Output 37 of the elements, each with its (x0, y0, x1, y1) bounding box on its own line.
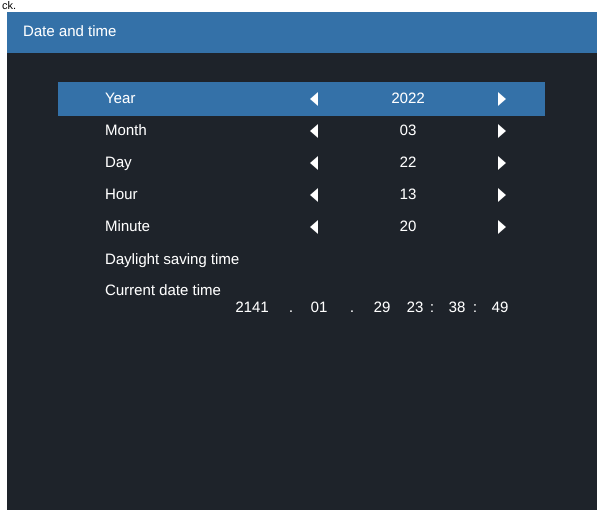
date-time-value: 49 (490, 299, 510, 317)
date-time-value: . (288, 299, 294, 317)
right-arrow-icon[interactable] (498, 156, 506, 170)
setting-value: 20 (398, 216, 418, 237)
setting-row[interactable]: Hour 13 (58, 178, 545, 212)
setting-label: Year (105, 88, 136, 109)
left-arrow-icon[interactable] (310, 124, 318, 138)
right-arrow-icon[interactable] (498, 188, 506, 202)
setting-label: Minute (105, 216, 152, 237)
setting-value: 22 (398, 152, 418, 173)
date-time-value: 2141 (234, 299, 270, 317)
setting-row[interactable]: Minute 20 (58, 210, 545, 244)
setting-label: Month (105, 120, 148, 141)
date-time-value: 38 (448, 299, 466, 317)
right-arrow-icon[interactable] (498, 220, 506, 234)
left-arrow-icon[interactable] (310, 220, 318, 234)
setting-value: 2022 (390, 88, 426, 109)
setting-value: 03 (398, 120, 418, 141)
setting-label: Day (105, 152, 133, 173)
setting-row[interactable]: Month 03 (58, 114, 545, 148)
right-arrow-icon[interactable] (498, 124, 506, 138)
setting-row[interactable]: Daylight saving time (58, 243, 545, 277)
date-time-value: . (348, 299, 356, 317)
window-title: Date and time (23, 22, 116, 42)
date-time-value: 23 (406, 299, 424, 317)
setting-label: Current date time (105, 282, 221, 299)
left-arrow-icon[interactable] (310, 188, 318, 202)
date-time-value: : (472, 299, 478, 317)
setting-label: Hour (105, 184, 139, 205)
date-time-value: : (428, 299, 436, 317)
setting-row[interactable]: Day 22 (58, 146, 545, 180)
page-text: ck. (2, 1, 16, 12)
left-arrow-icon[interactable] (310, 156, 318, 170)
date-time-value: 29 (372, 299, 392, 317)
date-time-value: 01 (310, 299, 328, 317)
setting-value: 13 (398, 184, 418, 205)
setting-label: Daylight saving time (105, 250, 240, 270)
